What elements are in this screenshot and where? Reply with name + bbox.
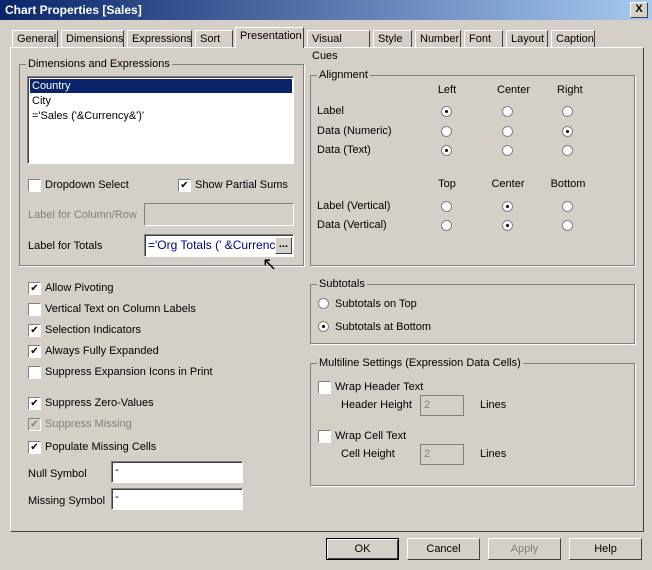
option-checkbox[interactable]: ✔ [28, 441, 41, 454]
tab-visual-cues[interactable]: Visual Cues [307, 30, 370, 62]
row-label: Label [317, 105, 344, 117]
option-checkbox[interactable]: ✔ [28, 418, 41, 431]
row-label: Data (Numeric) [317, 125, 392, 137]
alignment-radio[interactable] [441, 145, 452, 156]
row-label: Data (Vertical) [317, 219, 387, 231]
vertical-alignment-radio[interactable] [562, 201, 573, 212]
label-column-row-label: Label for Column/Row [28, 209, 137, 221]
alignment-radio[interactable] [441, 106, 452, 117]
column-header: Top [438, 178, 456, 190]
cell-height-spinner: 2 [420, 444, 464, 465]
cancel-button[interactable]: Cancel [407, 538, 480, 560]
cell-height-unit: Lines [480, 448, 507, 460]
alignment-radio[interactable] [441, 126, 452, 137]
subtotals-top-label: Subtotals on Top [335, 298, 417, 310]
alignment-radio[interactable] [562, 145, 573, 156]
row-label: Data (Text) [317, 144, 371, 156]
tab-sort[interactable]: Sort [195, 30, 233, 47]
list-item[interactable]: Country [29, 78, 293, 94]
option-label: Allow Pivoting [45, 282, 114, 294]
tab-font[interactable]: Font [464, 30, 503, 47]
window-title: Chart Properties [Sales] [5, 3, 142, 17]
dimensions-list[interactable]: Country City ='Sales ('&Currency&')' [27, 76, 294, 164]
row-label: Label (Vertical) [317, 200, 391, 212]
column-header: Center [497, 84, 531, 96]
option-label: Suppress Missing [45, 418, 132, 430]
expression-editor-button[interactable]: ... [275, 237, 292, 254]
cell-height-label: Cell Height [341, 448, 395, 460]
apply-button[interactable]: Apply [488, 538, 561, 560]
missing-symbol-input[interactable]: - [111, 488, 243, 510]
subtotals-group: Subtotals [310, 278, 635, 344]
option-label: Suppress Zero-Values [45, 397, 154, 409]
group-label: Alignment [317, 69, 370, 81]
option-label: Always Fully Expanded [45, 345, 159, 357]
tab-dimensions[interactable]: Dimensions [61, 30, 124, 47]
option-label: Suppress Expansion Icons in Print [45, 366, 213, 378]
vertical-alignment-radio[interactable] [502, 220, 513, 231]
ok-button[interactable]: OK [326, 538, 399, 560]
option-label: Selection Indicators [45, 324, 141, 336]
tab-layout[interactable]: Layout [506, 30, 548, 47]
option-checkbox[interactable]: ✔ [28, 345, 41, 358]
help-button[interactable]: Help [569, 538, 642, 560]
show-partial-sums-label: Show Partial Sums [195, 179, 288, 191]
subtotals-bottom-label: Subtotals at Bottom [335, 321, 431, 333]
dropdown-select-checkbox[interactable] [28, 179, 41, 192]
wrap-cell-checkbox[interactable] [318, 430, 331, 443]
option-checkbox[interactable] [28, 303, 41, 316]
wrap-cell-label: Wrap Cell Text [335, 430, 407, 442]
option-label: Vertical Text on Column Labels [45, 303, 196, 315]
tab-general[interactable]: General [12, 30, 58, 47]
list-item[interactable]: ='Sales ('&Currency&')' [30, 109, 292, 123]
alignment-radio[interactable] [562, 126, 573, 137]
vertical-alignment-radio[interactable] [441, 201, 452, 212]
tab-style[interactable]: Style [373, 30, 412, 47]
group-label: Subtotals [317, 278, 367, 290]
alignment-group: Alignment [310, 69, 635, 266]
tab-caption[interactable]: Caption [551, 30, 595, 47]
tab-expressions[interactable]: Expressions [127, 30, 192, 47]
column-header: Right [557, 84, 583, 96]
option-checkbox[interactable]: ✔ [28, 324, 41, 337]
column-header: Left [437, 84, 457, 96]
group-label: Dimensions and Expressions [26, 58, 172, 70]
missing-symbol-label: Missing Symbol [28, 495, 106, 507]
option-label: Populate Missing Cells [45, 441, 157, 453]
tab-number[interactable]: Number [415, 30, 461, 47]
alignment-radio[interactable] [562, 106, 573, 117]
alignment-radio[interactable] [502, 106, 513, 117]
dropdown-select-label: Dropdown Select [45, 179, 129, 191]
tab-presentation[interactable]: Presentation [235, 27, 304, 48]
close-button[interactable]: X [630, 2, 648, 18]
null-symbol-input[interactable]: - [111, 461, 243, 483]
label-totals-label: Label for Totals [28, 240, 103, 252]
option-checkbox[interactable] [28, 366, 41, 379]
option-checkbox[interactable]: ✔ [28, 397, 41, 410]
wrap-header-label: Wrap Header Text [335, 381, 424, 393]
label-column-row-input [144, 203, 294, 226]
subtotals-top-radio[interactable] [318, 298, 329, 309]
mouse-cursor-icon: ↖ [262, 254, 278, 274]
list-item[interactable]: City [30, 94, 292, 108]
header-height-spinner: 2 [420, 395, 464, 416]
null-symbol-label: Null Symbol [28, 468, 87, 480]
alignment-radio[interactable] [502, 145, 513, 156]
column-header: Center [491, 178, 525, 190]
header-height-label: Header Height [341, 399, 412, 411]
vertical-alignment-radio[interactable] [441, 220, 452, 231]
alignment-radio[interactable] [502, 126, 513, 137]
subtotals-bottom-radio[interactable] [318, 321, 329, 332]
option-checkbox[interactable]: ✔ [28, 282, 41, 295]
vertical-alignment-radio[interactable] [562, 220, 573, 231]
vertical-alignment-radio[interactable] [502, 201, 513, 212]
wrap-header-checkbox[interactable] [318, 381, 331, 394]
show-partial-sums-checkbox[interactable]: ✔ [178, 179, 191, 192]
header-height-unit: Lines [480, 399, 507, 411]
group-label: Multiline Settings (Expression Data Cell… [317, 357, 523, 369]
column-header: Bottom [550, 178, 586, 190]
